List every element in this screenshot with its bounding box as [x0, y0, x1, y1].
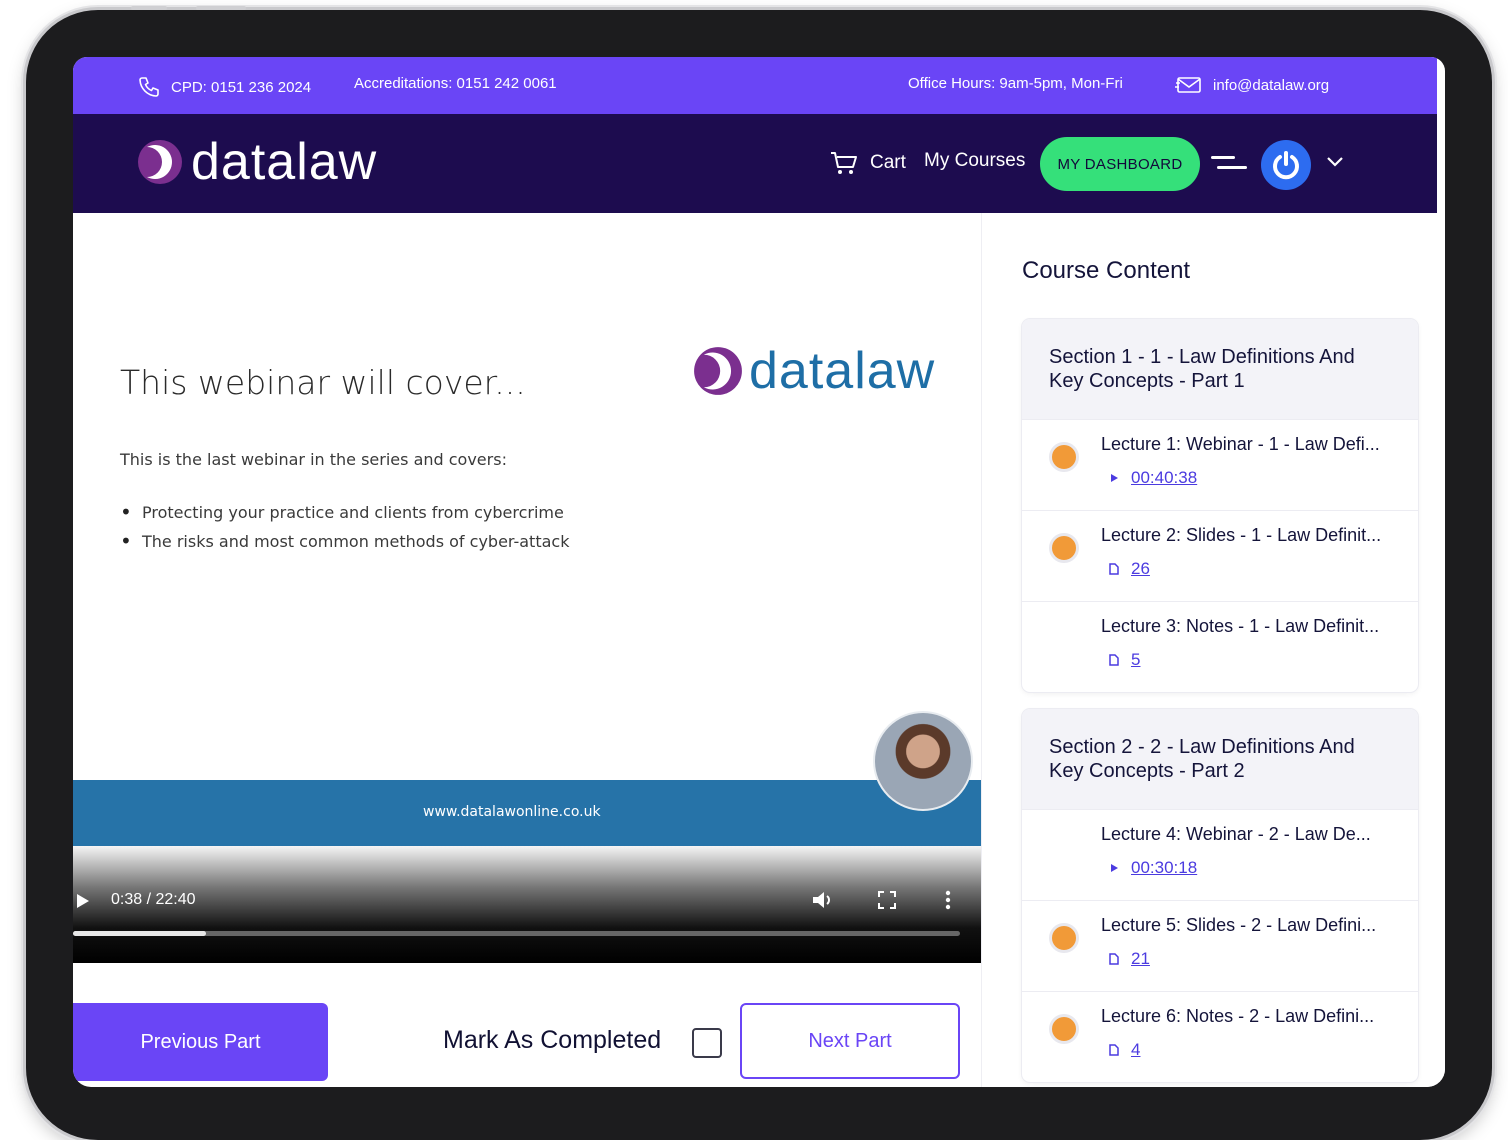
presenter-thumbnail: [873, 711, 973, 811]
lecture-title: Lecture 5: Slides - 2 - Law Defini...: [1101, 915, 1377, 935]
lecture-duration[interactable]: 00:40:38: [1131, 468, 1197, 488]
cart-label: Cart: [870, 152, 906, 173]
office-hours: Office Hours: 9am-5pm, Mon-Fri: [908, 75, 1123, 92]
power-icon: [1273, 151, 1299, 180]
mark-completed-checkbox[interactable]: [692, 1028, 722, 1058]
cpd-text: CPD: 0151 236 2024: [171, 78, 312, 96]
section-title: Section 1 - 1 - Law Definitions And Key …: [1049, 346, 1355, 392]
lecture-item[interactable]: Lecture 3: Notes - 1 - Law Definit... 5: [1022, 601, 1418, 692]
mark-completed-label: Mark As Completed: [443, 1026, 662, 1054]
progress-status-icon: [1049, 1014, 1079, 1044]
progress-status-icon: [1049, 533, 1079, 563]
my-dashboard-button[interactable]: MY DASHBOARD: [1040, 137, 1200, 191]
site-logo[interactable]: datalaw: [137, 136, 377, 188]
video-player[interactable]: This webinar will cover... datalaw This …: [73, 213, 981, 963]
screen: CPD: 0151 236 2024 Accreditations: 0151 …: [73, 57, 1445, 1087]
lecture-pages[interactable]: 4: [1131, 1040, 1140, 1060]
lecture-title: Lecture 2: Slides - 1 - Law Definit...: [1101, 525, 1382, 545]
lecture-pages[interactable]: 21: [1131, 949, 1150, 969]
document-icon: [1109, 654, 1119, 666]
section-title: Section 2 - 2 - Law Definitions And Key …: [1049, 736, 1355, 782]
phone-icon: [139, 77, 159, 97]
progress-status-icon: [1049, 923, 1079, 953]
mail-icon: [1175, 77, 1201, 93]
office-hours-text: Office Hours: 9am-5pm, Mon-Fri: [908, 75, 1123, 92]
lecture-item[interactable]: Lecture 4: Webinar - 2 - Law De... 00:30…: [1022, 809, 1418, 900]
lecture-item[interactable]: Lecture 5: Slides - 2 - Law Defini... 21: [1022, 900, 1418, 991]
fullscreen-icon[interactable]: [877, 890, 897, 910]
hamburger-menu-icon[interactable]: [1211, 152, 1247, 176]
cpd-phone[interactable]: CPD: 0151 236 2024: [137, 75, 311, 99]
document-icon: [1109, 563, 1119, 575]
course-section: Section 1 - 1 - Law Definitions And Key …: [1022, 319, 1418, 692]
play-icon: [1111, 474, 1118, 482]
email-link[interactable]: info@datalaw.org: [1175, 75, 1329, 95]
course-section: Section 2 - 2 - Law Definitions And Key …: [1022, 709, 1418, 1082]
slide-logo-text: datalaw: [749, 342, 936, 400]
progress-fill: [73, 931, 207, 936]
main-header: datalaw Cart My Courses MY DASHBOARD: [73, 114, 1437, 213]
progress-bar[interactable]: [73, 931, 960, 936]
video-controls: 0:38 / 22:40: [73, 846, 981, 963]
slide-bullet: The risks and most common methods of cyb…: [120, 529, 569, 561]
section-header[interactable]: Section 1 - 1 - Law Definitions And Key …: [1022, 319, 1418, 419]
lecture-pages[interactable]: 5: [1131, 650, 1140, 670]
slide-bullet-list: Protecting your practice and clients fro…: [120, 500, 569, 561]
slide-bullet: Protecting your practice and clients fro…: [120, 500, 569, 532]
lecture-title: Lecture 6: Notes - 2 - Law Defini...: [1101, 1006, 1375, 1026]
document-icon: [1109, 1044, 1119, 1056]
lecture-title: Lecture 3: Notes - 1 - Law Definit...: [1101, 616, 1380, 636]
datalaw-logo-icon: [138, 140, 182, 184]
play-icon[interactable]: [75, 893, 91, 909]
device-button-top: [196, 6, 246, 10]
lecture-pages[interactable]: 26: [1131, 559, 1150, 579]
my-courses-link[interactable]: My Courses: [924, 150, 1025, 172]
lecture-title: Lecture 1: Webinar - 1 - Law Defi...: [1101, 434, 1380, 454]
accreditations-phone[interactable]: Accreditations: 0151 242 0061: [354, 75, 557, 92]
slide-footer: www.datalawonline.co.uk: [73, 780, 981, 846]
slide-heading: This webinar will cover...: [120, 363, 526, 402]
accreditations-text: Accreditations: 0151 242 0061: [354, 75, 557, 92]
previous-part-button[interactable]: Previous Part: [73, 1003, 328, 1081]
section-header[interactable]: Section 2 - 2 - Law Definitions And Key …: [1022, 709, 1418, 809]
lecture-title: Lecture 4: Webinar - 2 - Law De...: [1101, 824, 1371, 844]
time-display: 0:38 / 22:40: [111, 891, 196, 908]
account-avatar[interactable]: [1261, 140, 1311, 190]
lecture-duration[interactable]: 00:30:18: [1131, 858, 1197, 878]
datalaw-logo-icon: [694, 347, 742, 395]
more-options-icon[interactable]: [945, 890, 951, 910]
next-part-button[interactable]: Next Part: [740, 1003, 960, 1079]
email-text: info@datalaw.org: [1213, 76, 1330, 94]
slide-footer-url: www.datalawonline.co.uk: [423, 804, 601, 820]
progress-status-icon: [1049, 442, 1079, 472]
cart-icon: [831, 152, 857, 174]
slide-logo: datalaw: [693, 345, 935, 397]
slide-intro: This is the last webinar in the series a…: [120, 450, 507, 469]
lecture-item[interactable]: Lecture 2: Slides - 1 - Law Definit... 2…: [1022, 510, 1418, 601]
logo-text: datalaw: [191, 133, 378, 191]
chevron-down-icon[interactable]: [1325, 154, 1345, 168]
device-button-top: [131, 6, 167, 10]
document-icon: [1109, 953, 1119, 965]
course-content-sidebar: Course Content Section 1 - 1 - Law Defin…: [981, 213, 1445, 1087]
sidebar-title: Course Content: [1022, 257, 1191, 284]
play-icon: [1111, 864, 1118, 872]
lecture-item[interactable]: Lecture 1: Webinar - 1 - Law Defi... 00:…: [1022, 419, 1418, 510]
contact-bar: CPD: 0151 236 2024 Accreditations: 0151 …: [73, 57, 1437, 114]
volume-icon[interactable]: [811, 889, 837, 911]
cart-link[interactable]: Cart: [830, 150, 906, 176]
lecture-item[interactable]: Lecture 6: Notes - 2 - Law Defini... 4: [1022, 991, 1418, 1082]
